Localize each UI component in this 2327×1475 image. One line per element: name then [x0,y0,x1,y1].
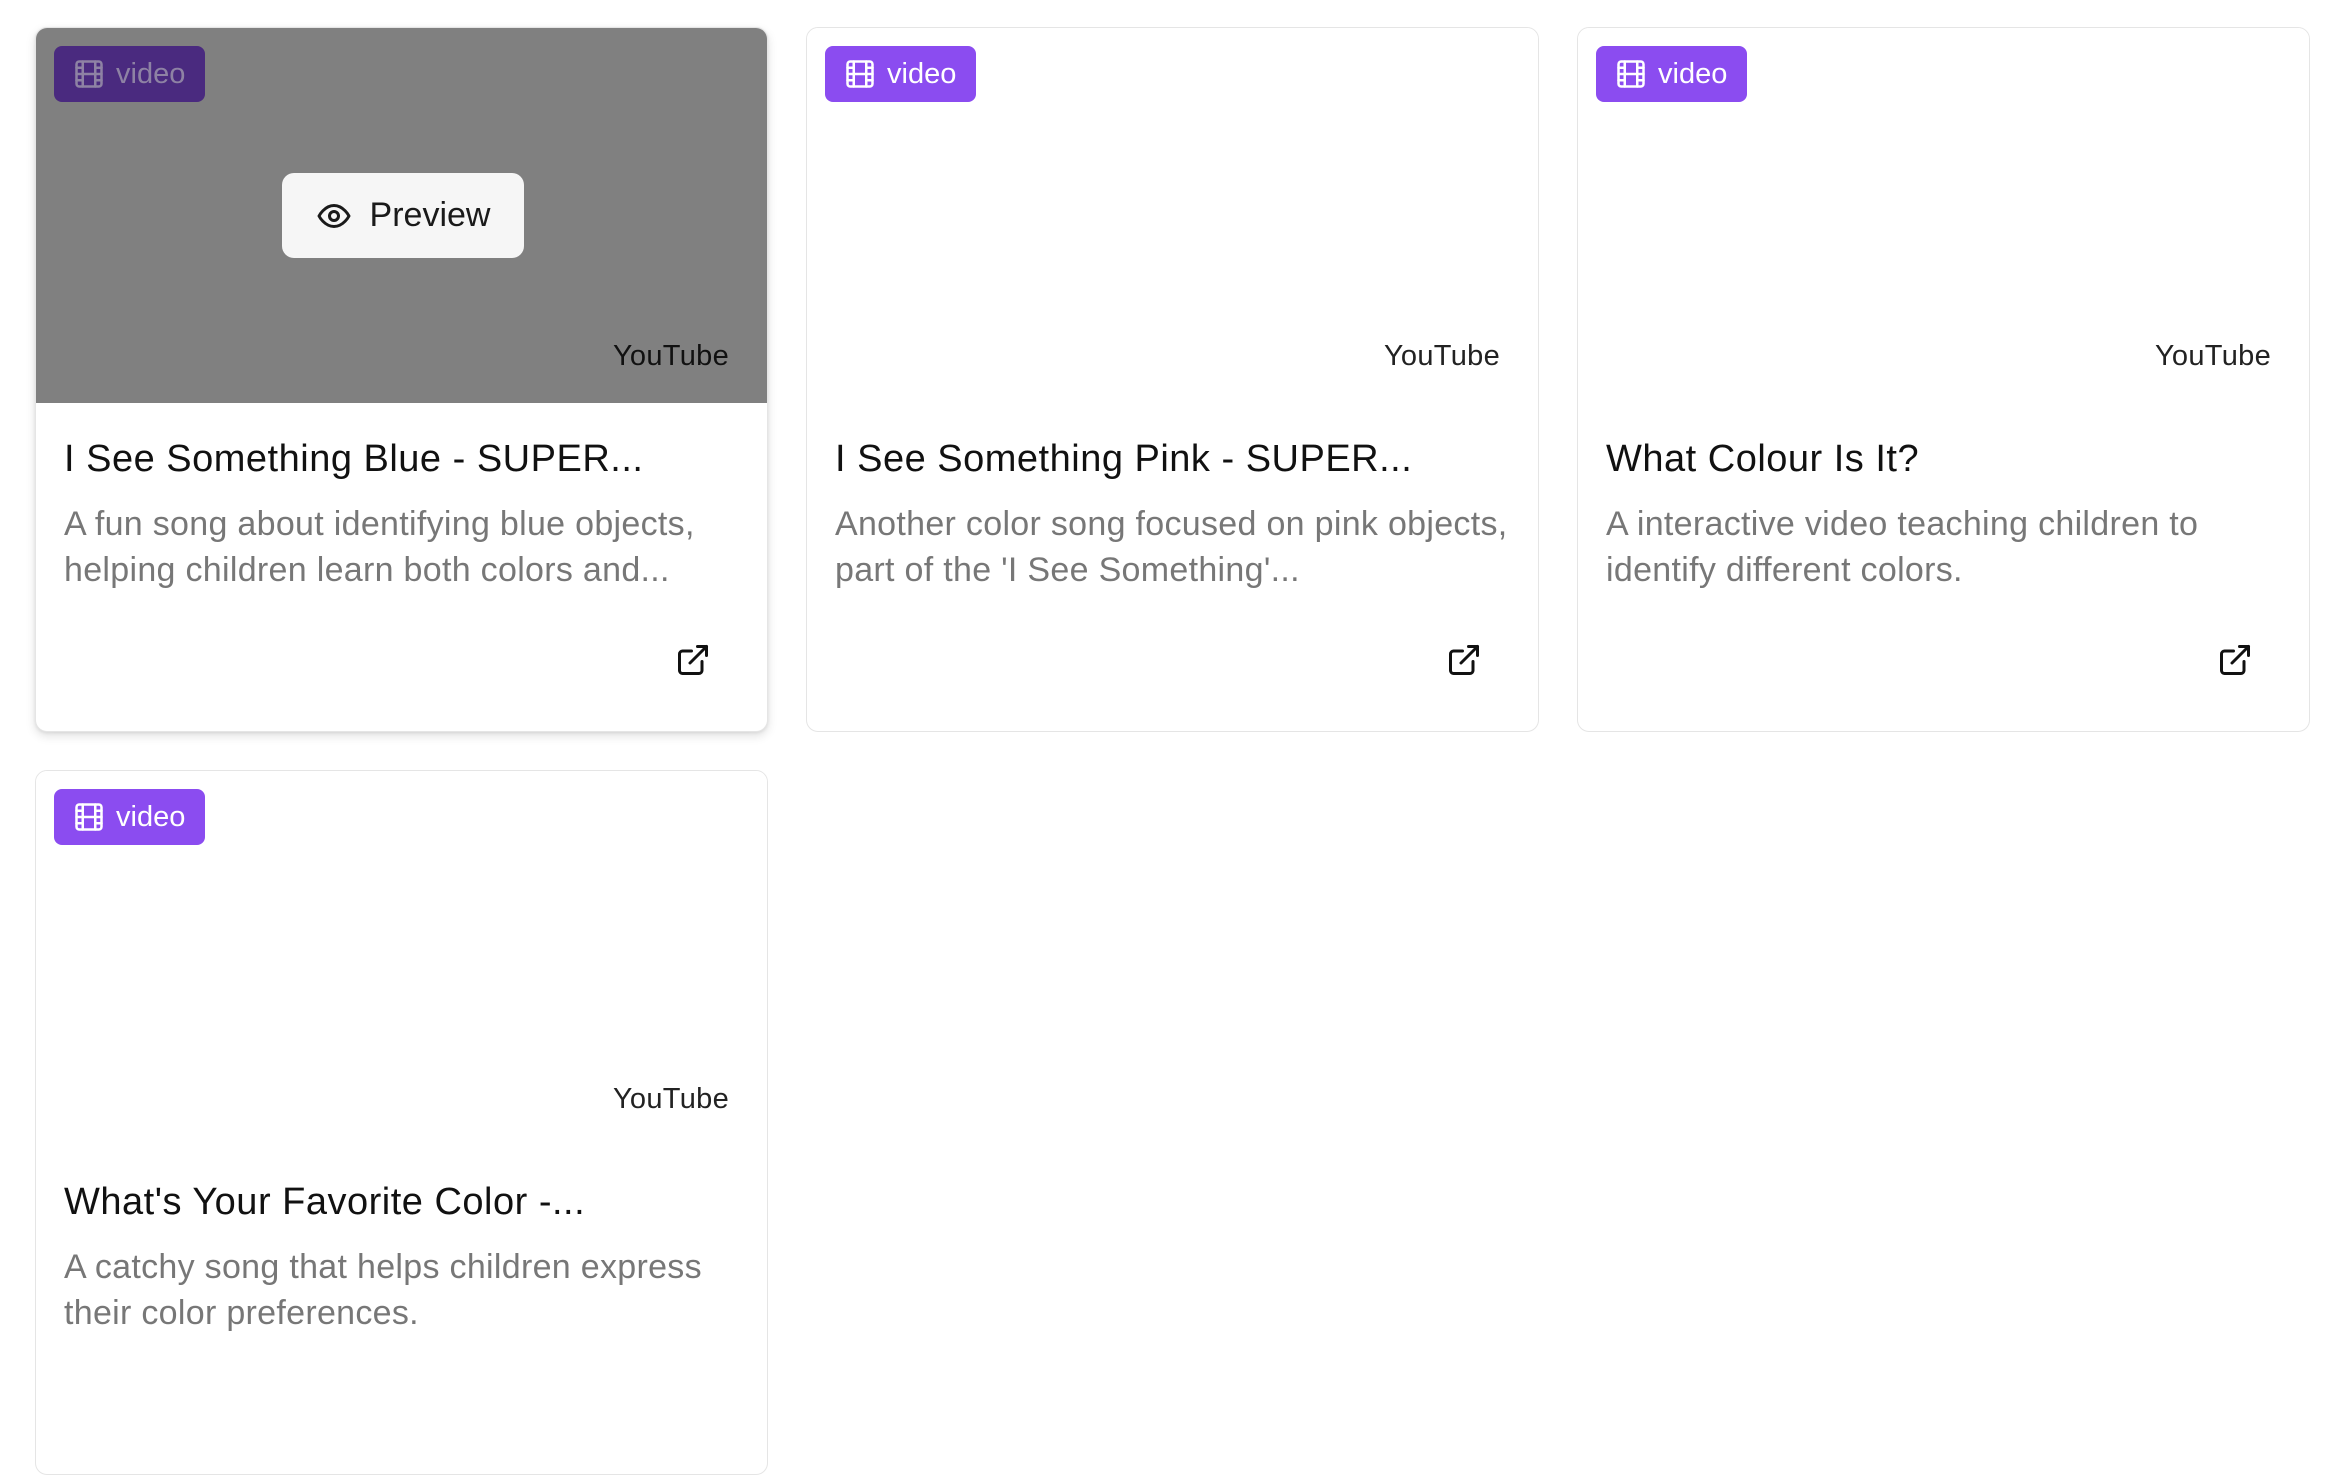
source-label: YouTube [1383,340,1500,372]
card-title: What Colour Is It? [1606,438,1920,480]
type-badge-label: video [116,57,186,90]
resource-card[interactable]: video YouTube I See Something Pink - SUP… [806,27,1539,732]
source-label: YouTube [2154,340,2271,372]
card-description: A catchy song that helps children expres… [64,1248,702,1332]
source-label: YouTube [612,1083,729,1115]
card-description: Another color song focused on pink objec… [835,505,1508,589]
external-link-icon[interactable] [1444,640,1484,680]
film-icon [74,59,104,89]
card-body: I See Something Blue - SUPER... A fun so… [36,403,767,593]
external-link-icon[interactable] [2215,640,2255,680]
preview-button[interactable]: Preview [282,173,524,258]
type-badge-label: video [887,57,957,90]
video-thumbnail[interactable]: video YouTube [1578,28,2309,403]
card-body: What's Your Favorite Color -... A catchy… [36,1146,767,1336]
resource-card[interactable]: video YouTube What Colour Is It? A inter… [1577,27,2310,732]
resource-card[interactable]: video Preview YouTube I See Something Bl… [35,27,768,732]
resource-grid: video Preview YouTube I See Something Bl… [35,27,2310,1475]
film-icon [1616,59,1646,89]
card-title: What's Your Favorite Color -... [64,1181,586,1223]
preview-button-label: Preview [369,196,491,234]
type-badge: video [1596,46,1748,102]
type-badge: video [54,789,206,845]
card-body: What Colour Is It? A interactive video t… [1578,403,2309,593]
card-description: A fun song about identifying blue object… [64,505,695,589]
film-icon [845,59,875,89]
film-icon [74,802,104,832]
video-thumbnail[interactable]: video YouTube [36,771,767,1146]
type-badge: video [825,46,977,102]
card-body: I See Something Pink - SUPER... Another … [807,403,1538,593]
video-thumbnail[interactable]: video YouTube [807,28,1538,403]
card-title: I See Something Pink - SUPER... [835,438,1413,480]
resource-card[interactable]: video YouTube What's Your Favorite Color… [35,770,768,1475]
type-badge-label: video [116,800,186,833]
type-badge: video [54,46,206,102]
eye-icon [316,198,352,234]
card-title: I See Something Blue - SUPER... [64,438,644,480]
type-badge-label: video [1658,57,1728,90]
card-description: A interactive video teaching children to… [1606,505,2199,589]
video-thumbnail[interactable]: video Preview YouTube [36,28,767,403]
source-label: YouTube [612,340,729,372]
external-link-icon[interactable] [673,640,713,680]
